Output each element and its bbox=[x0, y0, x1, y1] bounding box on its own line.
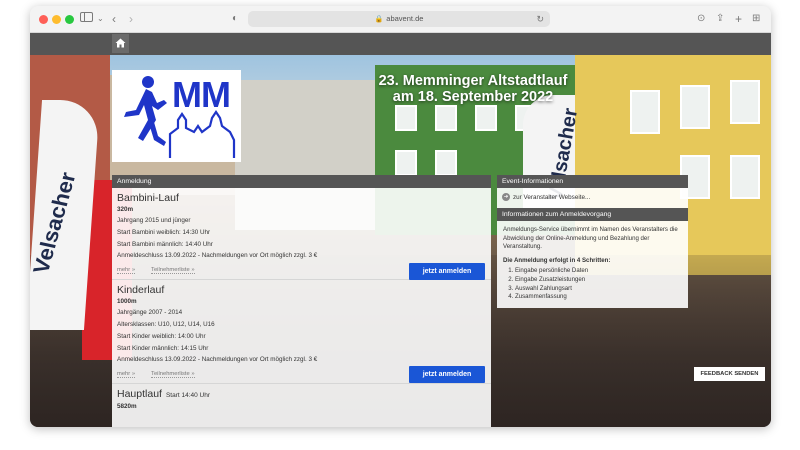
lock-icon: 🔒 bbox=[374, 16, 384, 23]
info-panel: Event-Informationen ➜ zur Veranstalter We… bbox=[497, 175, 688, 308]
participants-list-link[interactable]: Teilnehmerliste » bbox=[151, 267, 195, 275]
list-item: Auswahl Zahlungsart bbox=[515, 285, 682, 294]
home-icon bbox=[115, 38, 126, 48]
building-window bbox=[435, 150, 457, 176]
building-window bbox=[730, 80, 760, 124]
back-arrow-icon[interactable]: ‹ bbox=[112, 11, 116, 27]
feedback-button[interactable]: FEEDBACK SENDEN bbox=[694, 367, 765, 381]
event-distance: 5820m bbox=[117, 403, 137, 411]
forward-arrow-icon[interactable]: › bbox=[129, 11, 133, 27]
participants-list-link[interactable]: Teilnehmerliste » bbox=[151, 371, 195, 379]
event-detail: Altersklassen: U10, U12, U14, U16 bbox=[117, 320, 215, 328]
event-distance: 320m bbox=[117, 206, 134, 213]
list-item: Eingabe persönliche Daten bbox=[515, 267, 682, 276]
register-now-button[interactable]: jetzt anmelden bbox=[409, 263, 485, 280]
event-item-kinderlauf: Kinderlauf 1000m Jahrgänge 2007 - 2014 A… bbox=[112, 280, 491, 384]
event-distance: 1000m bbox=[117, 298, 137, 306]
address-bar[interactable]: 🔒 abavent.de ↻ bbox=[248, 11, 550, 27]
close-window-button[interactable] bbox=[39, 15, 48, 24]
new-tab-icon[interactable]: + bbox=[735, 11, 742, 27]
registration-steps-list: Eingabe persönliche Daten Eingabe Zusatz… bbox=[503, 267, 682, 301]
event-detail: Jahrgänge 2007 - 2014 bbox=[117, 309, 183, 317]
event-deadline: Anmeldeschluss 13.09.2022 - Nachmeldunge… bbox=[117, 356, 318, 364]
organizer-website-link[interactable]: ➜ zur Veranstalter Webseite... bbox=[497, 188, 688, 208]
logo-text: MM bbox=[172, 74, 231, 115]
event-title: Bambini-Lauf bbox=[117, 192, 179, 204]
event-detail: Start Bambini männlich: 14:40 Uhr bbox=[117, 240, 213, 248]
building-window bbox=[680, 85, 710, 129]
registration-header: Anmeldung bbox=[112, 175, 491, 188]
maximize-window-button[interactable] bbox=[65, 15, 74, 24]
browser-toolbar: ⌄ ‹ › ◐ 🔒 abavent.de ↻ ⊙ ⇪ + ⊞ bbox=[30, 6, 771, 33]
browser-window: ⌄ ‹ › ◐ 🔒 abavent.de ↻ ⊙ ⇪ + ⊞ Velsacher… bbox=[30, 6, 771, 427]
banner-text: Velsacher bbox=[30, 170, 81, 276]
registration-info-text: Anmeldungs-Service übernimmt im Namen de… bbox=[497, 221, 688, 308]
building-window bbox=[395, 150, 417, 176]
building-window bbox=[395, 105, 417, 131]
more-link[interactable]: mehr » bbox=[117, 267, 136, 275]
url-text: abavent.de bbox=[386, 14, 424, 23]
registration-panel: Anmeldung Bambini-Lauf 320m Jahrgang 201… bbox=[112, 175, 491, 427]
more-link[interactable]: mehr » bbox=[117, 371, 136, 379]
event-title: Kinderlauf bbox=[117, 284, 165, 297]
building-window bbox=[475, 105, 497, 131]
page-title-line: am 18. September 2022 bbox=[392, 89, 554, 105]
event-title-text: Hauptlauf bbox=[117, 388, 162, 401]
registration-info-header: Informationen zum Anmeldevorgang bbox=[497, 208, 688, 221]
registration-steps-title: Die Anmeldung erfolgt in 4 Schritten: bbox=[503, 256, 611, 264]
building-window bbox=[630, 90, 660, 134]
list-item: Eingabe Zusatzleistungen bbox=[515, 276, 682, 285]
organizer-link-text: zur Veranstalter Webseite... bbox=[513, 194, 591, 201]
list-item: Zusammenfassung bbox=[515, 293, 682, 302]
event-title: Hauptlauf Start 14:40 Uhr bbox=[117, 388, 485, 402]
page-title: 23. Memminger Altstadtlauf am 18. Septem… bbox=[330, 73, 616, 105]
event-logo: MM bbox=[112, 70, 241, 162]
event-deadline: Anmeldeschluss 13.09.2022 - Nachmeldunge… bbox=[117, 252, 318, 260]
event-item-bambini: Bambini-Lauf 320m Jahrgang 2015 und jüng… bbox=[112, 188, 491, 280]
reload-icon[interactable]: ↻ bbox=[536, 11, 544, 27]
page-content: Velsacher Velsacher 23. Memminger Altsta… bbox=[30, 55, 771, 427]
chevron-down-icon[interactable]: ⌄ bbox=[97, 11, 104, 27]
building-window bbox=[435, 105, 457, 131]
event-detail: Start Kinder männlich: 14:15 Uhr bbox=[117, 344, 209, 352]
event-detail: Start Bambini weiblich: 14:30 Uhr bbox=[117, 228, 211, 236]
tab-overview-icon[interactable]: ⊞ bbox=[752, 11, 760, 27]
event-detail: Start Kinder weiblich: 14:00 Uhr bbox=[117, 332, 206, 340]
event-item-hauptlauf: Hauptlauf Start 14:40 Uhr 5820m bbox=[112, 384, 491, 416]
download-icon[interactable]: ⊙ bbox=[697, 11, 705, 27]
event-info-header: Event-Informationen bbox=[497, 175, 688, 188]
sidebar-toggle-icon[interactable] bbox=[80, 11, 94, 27]
arrow-circle-icon: ➜ bbox=[502, 193, 510, 202]
event-detail: Jahrgang 2015 und jünger bbox=[117, 217, 191, 224]
event-start-time: Start 14:40 Uhr bbox=[165, 392, 211, 400]
registration-info-intro: Anmeldungs-Service übernimmt im Namen de… bbox=[503, 226, 678, 251]
home-button[interactable] bbox=[112, 34, 129, 53]
minimize-window-button[interactable] bbox=[52, 15, 61, 24]
site-navbar bbox=[30, 33, 771, 55]
building-window bbox=[730, 155, 760, 199]
register-now-button[interactable]: jetzt anmelden bbox=[409, 366, 485, 384]
privacy-shield-icon[interactable]: ◐ bbox=[232, 11, 238, 27]
page-title-line: 23. Memminger Altstadtlauf bbox=[378, 73, 568, 89]
share-icon[interactable]: ⇪ bbox=[716, 11, 724, 27]
